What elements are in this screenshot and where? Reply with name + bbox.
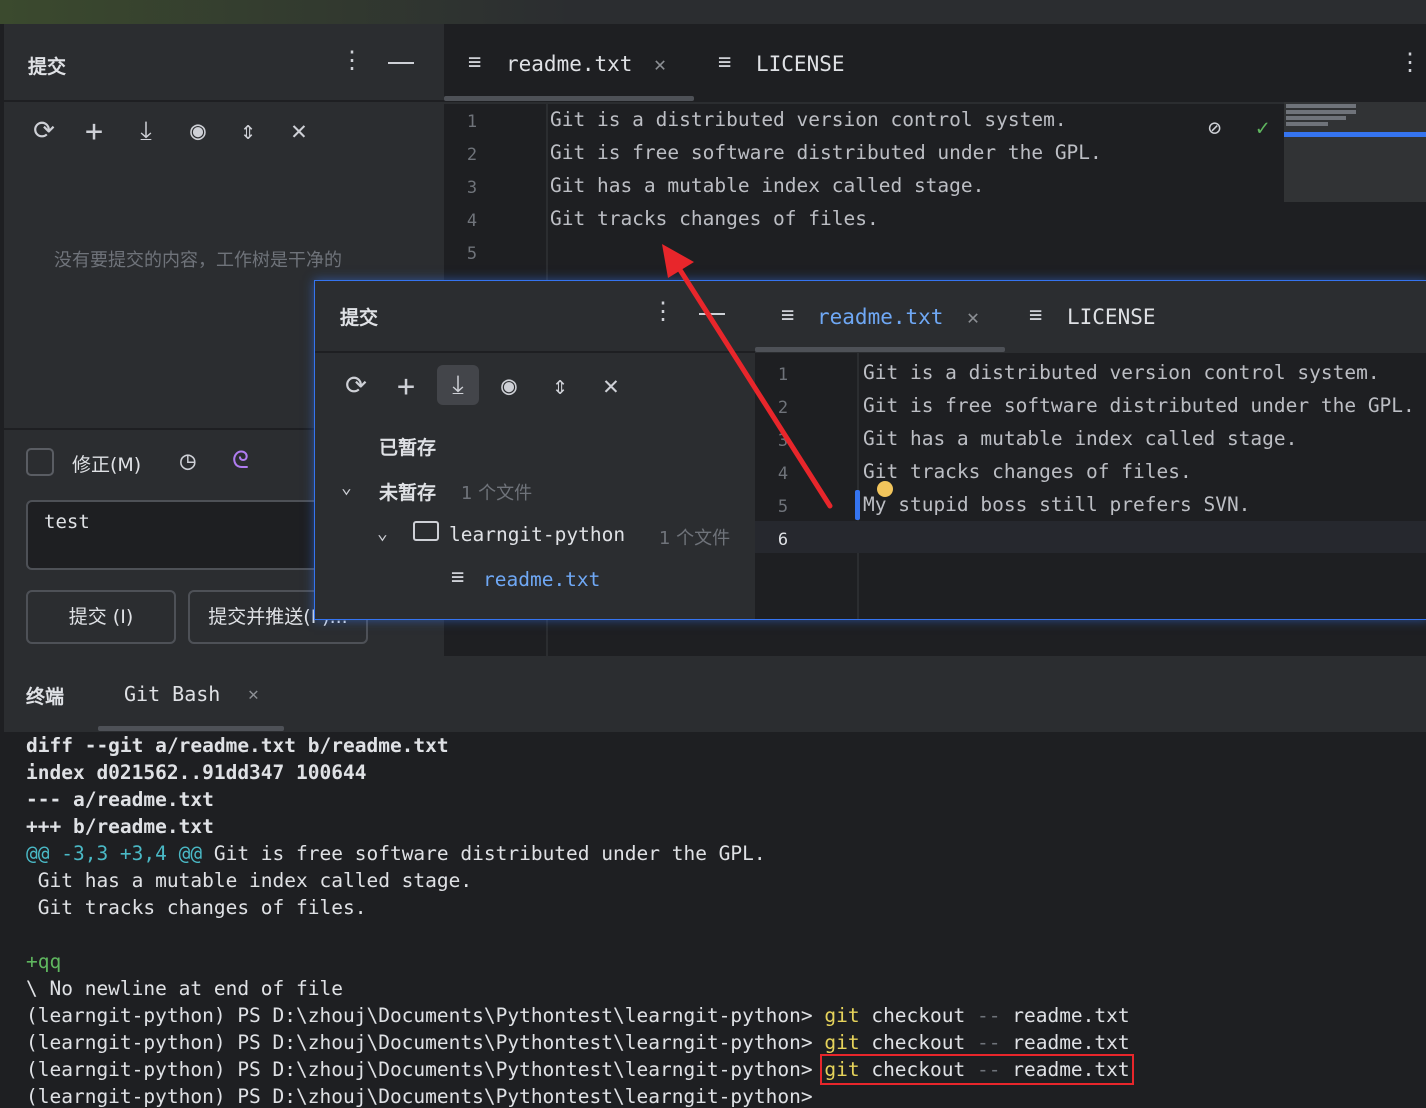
terminal-line: +qq — [26, 950, 62, 973]
terminal-line: \ No newline at end of file — [26, 977, 343, 1000]
hunk-header: @@ -3,3 +3,4 @@ — [26, 842, 203, 865]
prompt: (learngit-python) PS D:\zhouj\Documents\… — [26, 1004, 813, 1027]
cmd-dashes: -- — [977, 1004, 1001, 1027]
cmd-checkout: checkout — [871, 1058, 966, 1081]
terminal-command-line: (learngit-python) PS D:\zhouj\Documents\… — [26, 1031, 1130, 1054]
terminal-command-line: (learngit-python) PS D:\zhouj\Documents\… — [26, 1004, 1130, 1027]
cmd-dashes: -- — [977, 1058, 1001, 1081]
terminal-line: Git has a mutable index called stage. — [26, 869, 473, 892]
cmd-checkout: checkout — [871, 1004, 966, 1027]
terminal-line: @@ -3,3 +3,4 @@ Git is free software dis… — [26, 842, 766, 865]
cmd-file: readme.txt — [1012, 1058, 1130, 1081]
cmd-git: git — [824, 1004, 860, 1027]
cmd-file: readme.txt — [1012, 1004, 1130, 1027]
terminal-line: --- a/readme.txt — [26, 788, 214, 811]
terminal-command-line-partial: (learngit-python) PS D:\zhouj\Documents\… — [26, 1085, 813, 1108]
terminal-line: diff --git a/readme.txt b/readme.txt — [26, 734, 449, 757]
cmd-dashes: -- — [977, 1031, 1001, 1054]
cmd-git: git — [824, 1031, 860, 1054]
terminal-panel: 终端 Git Bash ✕ diff --git a/readme.txt b/… — [4, 656, 1426, 1108]
terminal-title: 终端 — [26, 686, 65, 708]
active-tab-underline — [98, 726, 284, 731]
hunk-context: Git is free software distributed under t… — [202, 842, 766, 865]
prompt: (learngit-python) PS D:\zhouj\Documents\… — [26, 1031, 813, 1054]
cmd-checkout: checkout — [871, 1031, 966, 1054]
terminal-line: index d021562..91dd347 100644 — [26, 761, 367, 784]
cmd-file: readme.txt — [1012, 1031, 1130, 1054]
terminal-line: +++ b/readme.txt — [26, 815, 214, 838]
tab-git-bash[interactable]: Git Bash — [124, 682, 220, 706]
terminal-header: 终端 Git Bash ✕ — [4, 656, 1426, 732]
terminal-line: Git tracks changes of files. — [26, 896, 367, 919]
close-tab-icon[interactable]: ✕ — [248, 684, 259, 705]
prompt: (learngit-python) PS D:\zhouj\Documents\… — [26, 1058, 813, 1081]
cmd-git: git — [824, 1058, 860, 1081]
highlighted-command: git checkout -- readme.txt — [820, 1054, 1134, 1085]
terminal-command-line: (learngit-python) PS D:\zhouj\Documents\… — [26, 1054, 1134, 1085]
